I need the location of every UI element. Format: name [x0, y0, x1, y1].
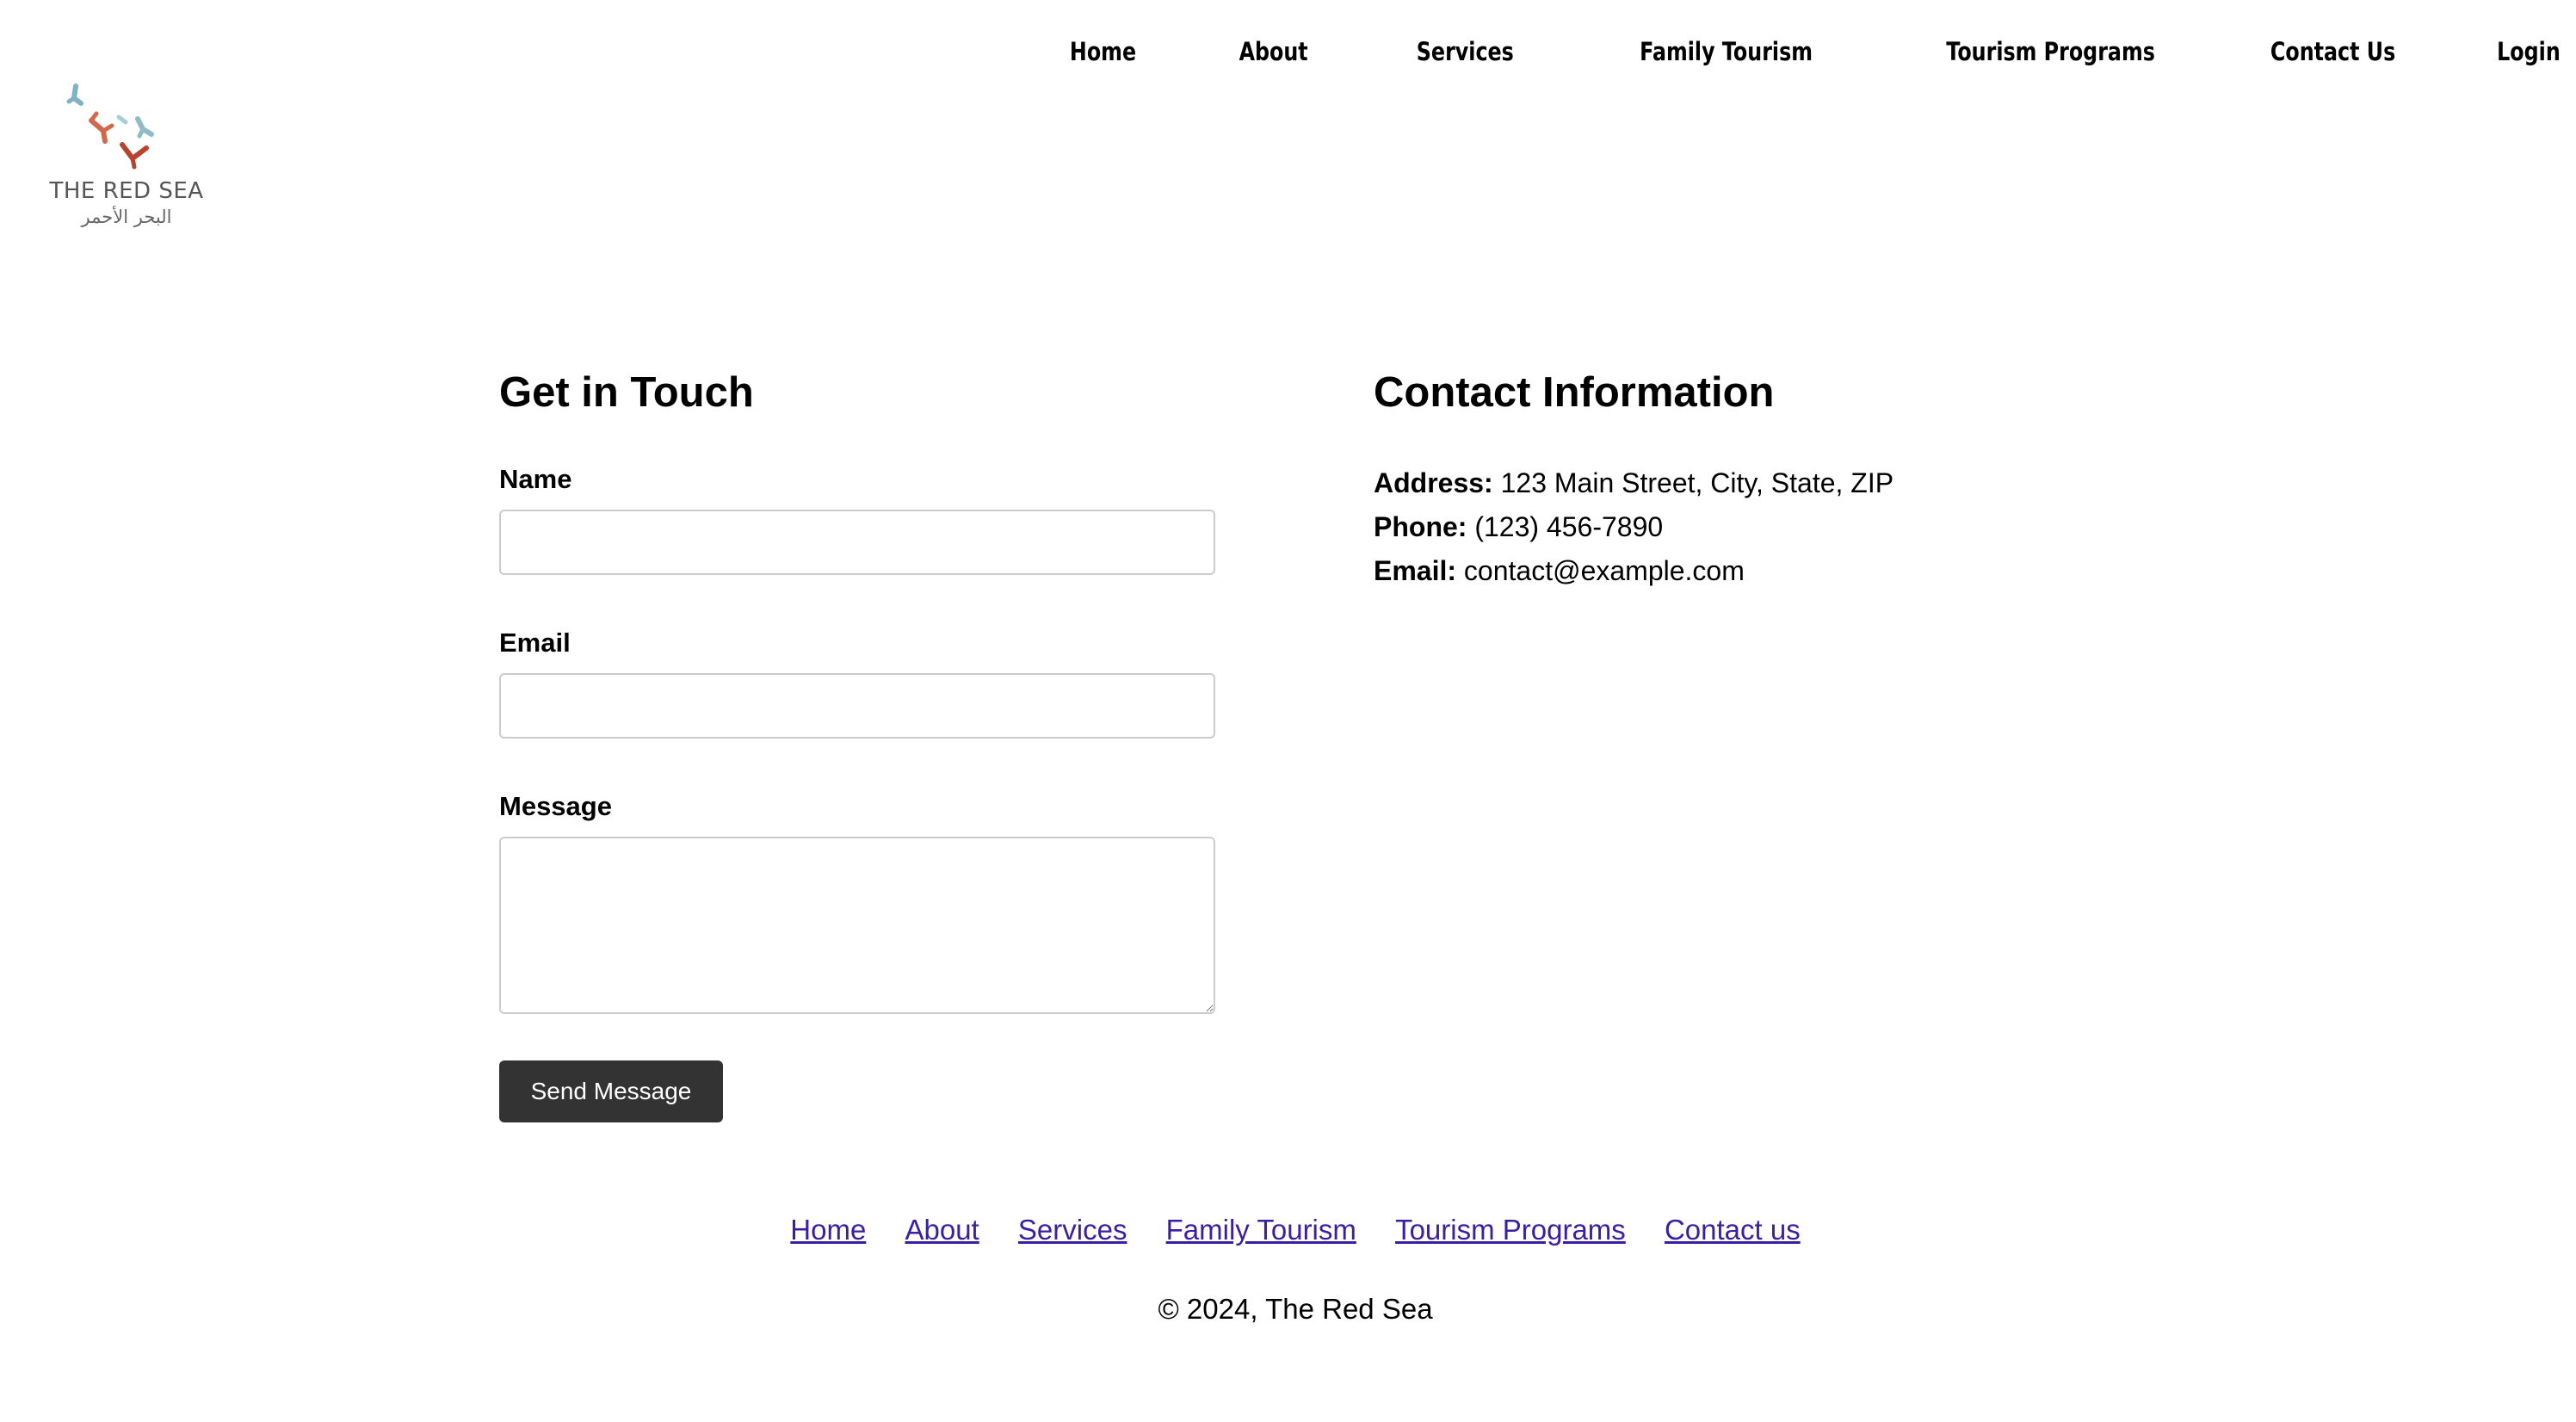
footer-link-home[interactable]: Home — [790, 1214, 866, 1246]
nav-services[interactable]: Services — [1417, 34, 1514, 69]
address-line: Address: 123 Main Street, City, State, Z… — [1374, 461, 2148, 505]
nav-contact-us[interactable]: Contact Us — [2270, 34, 2395, 69]
logo-text-ar: البحر الأحمر — [81, 207, 172, 227]
form-title: Get in Touch — [499, 369, 754, 416]
contact-info-section: Contact Information Address: 123 Main St… — [1374, 360, 2148, 593]
phone-line: Phone: (123) 456-7890 — [1374, 505, 2148, 549]
page: THE RED SEA البحر الأحمر Home About Serv… — [0, 0, 2576, 1422]
address-label: Address: — [1374, 467, 1493, 498]
contact-form-section: Get in Touch Name Email Message Send Mes… — [499, 360, 1215, 1122]
send-message-button[interactable]: Send Message — [499, 1060, 723, 1122]
footer-link-tourism-programs[interactable]: Tourism Programs — [1395, 1214, 1626, 1246]
footer-link-contact-us[interactable]: Contact us — [1665, 1214, 1801, 1246]
address-value: 123 Main Street, City, State, ZIP — [1500, 467, 1894, 498]
email-label: Email — [499, 628, 571, 658]
nav-login[interactable]: Login — [2497, 34, 2561, 69]
contact-info-title: Contact Information — [1374, 369, 1775, 416]
message-textarea[interactable] — [499, 837, 1215, 1014]
footer-link-family-tourism[interactable]: Family Tourism — [1166, 1214, 1356, 1246]
nav-about[interactable]: About — [1239, 34, 1307, 69]
email-info-label: Email: — [1374, 555, 1457, 586]
email-value: contact@example.com — [1463, 555, 1745, 586]
name-input[interactable] — [499, 510, 1215, 575]
phone-label: Phone: — [1374, 511, 1467, 542]
phone-value: (123) 456-7890 — [1474, 511, 1664, 542]
coral-logo-icon — [66, 83, 154, 170]
nav-tourism-programs[interactable]: Tourism Programs — [1946, 34, 2155, 69]
email-line: Email: contact@example.com — [1374, 549, 2148, 593]
message-label: Message — [499, 791, 612, 821]
contact-info-list: Address: 123 Main Street, City, State, Z… — [1374, 461, 2148, 593]
site-logo[interactable]: THE RED SEA البحر الأحمر — [45, 79, 208, 229]
top-nav: Home About Services Family Tourism Touri… — [1055, 34, 2561, 69]
nav-family-tourism[interactable]: Family Tourism — [1640, 34, 1813, 69]
copyright-text: © 2024, The Red Sea — [1158, 1293, 1433, 1325]
logo-text-en: THE RED SEA — [49, 178, 204, 204]
footer-nav: Home About Services Family Tourism Touri… — [0, 1210, 2576, 1250]
name-label: Name — [499, 464, 572, 494]
email-input[interactable] — [499, 673, 1215, 739]
footer-link-about[interactable]: About — [905, 1214, 979, 1246]
nav-home[interactable]: Home — [1069, 34, 1135, 69]
footer-link-services[interactable]: Services — [1018, 1214, 1127, 1246]
